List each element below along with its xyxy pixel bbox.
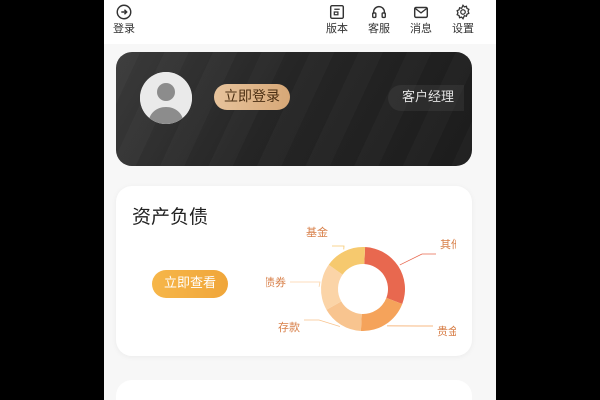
login-top-button[interactable]: 登录 xyxy=(104,3,144,41)
donut-leader-line-5 xyxy=(332,245,345,250)
donut-leader-line-1 xyxy=(399,253,436,266)
donut-slice-1 xyxy=(364,247,405,304)
message-button[interactable]: 消息 xyxy=(401,3,441,41)
user-card: 立即登录 客户经理 xyxy=(116,52,472,166)
service-button[interactable]: 客服 xyxy=(359,3,399,41)
login-icon xyxy=(116,4,132,20)
view-now-button[interactable]: 立即查看 xyxy=(152,270,228,298)
assets-donut-chart: 其他贵金属 存款 债券 基金 xyxy=(266,225,456,338)
login-top-label: 登录 xyxy=(113,22,135,35)
headset-icon xyxy=(372,5,386,19)
mail-icon xyxy=(413,6,429,19)
donut-label-2: 贵金属 xyxy=(437,324,456,338)
donut-leader-line-3 xyxy=(304,319,341,327)
message-label: 消息 xyxy=(410,22,432,35)
version-button[interactable]: 版本 xyxy=(317,3,357,41)
next-card xyxy=(116,380,472,400)
gear-icon xyxy=(456,4,470,20)
service-label: 客服 xyxy=(368,22,390,35)
assets-card: 资产负债 立即查看 其他贵金属 存款 债券 基金 xyxy=(116,186,472,356)
avatar[interactable] xyxy=(140,72,192,124)
settings-button[interactable]: 设置 xyxy=(443,3,483,41)
user-avatar-icon xyxy=(140,72,192,124)
donut-leader-line-4 xyxy=(290,281,321,287)
account-manager-button[interactable]: 客户经理 xyxy=(387,85,464,111)
version-icon xyxy=(329,4,345,20)
assets-title: 资产负债 xyxy=(132,206,209,228)
phone-screen: 登录 版本 客服 消息 设置 立即登录 客户经理 资产负债 立即查看 其 贵金 … xyxy=(104,0,496,400)
settings-label: 设置 xyxy=(452,22,474,35)
donut-slices xyxy=(321,247,405,331)
login-now-button[interactable]: 立即登录 xyxy=(214,84,290,110)
donut-label-4: 债券 xyxy=(266,275,286,289)
top-bar: 登录 版本 客服 消息 设置 xyxy=(104,0,496,44)
version-label: 版本 xyxy=(326,22,348,35)
donut-label-3: 存款 xyxy=(278,320,300,334)
donut-label-5: 基金 xyxy=(306,225,328,239)
donut-label-1: 其他 xyxy=(440,238,456,251)
